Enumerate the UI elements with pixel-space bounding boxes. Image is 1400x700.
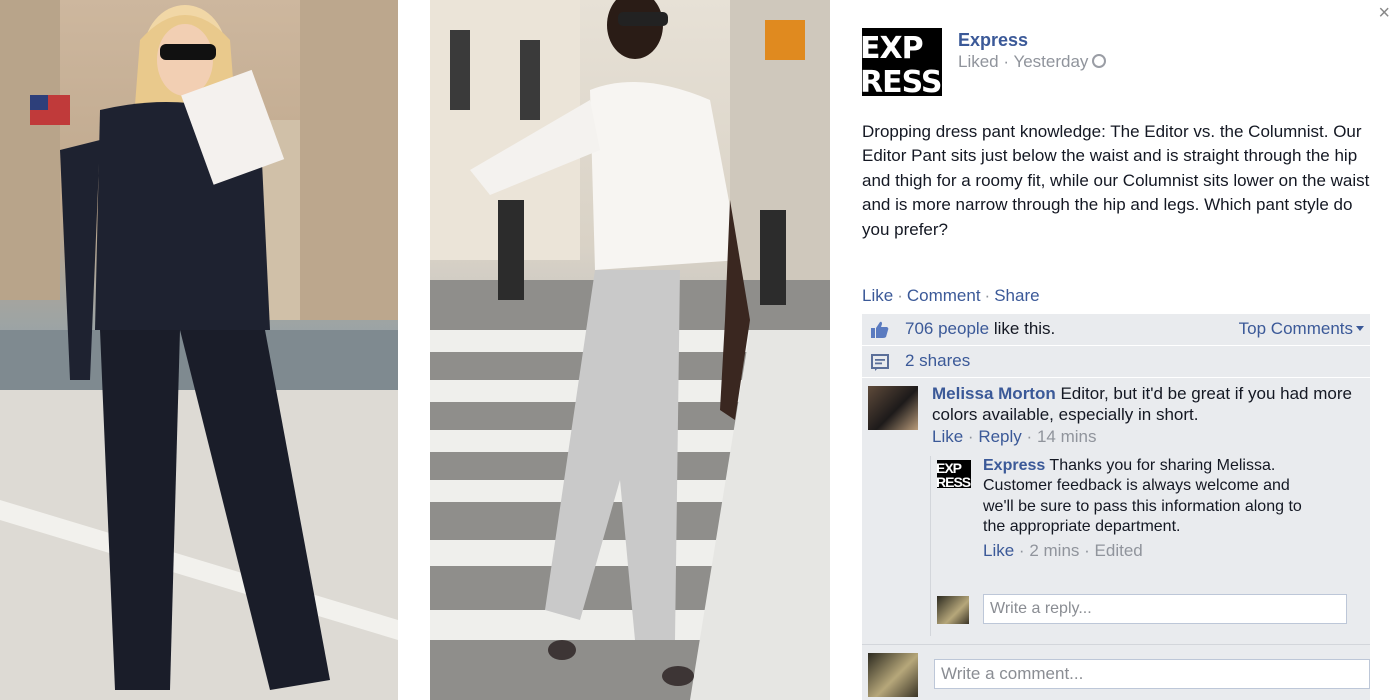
comment-input[interactable] [934, 659, 1370, 689]
express-logo[interactable]: EXP RESS [862, 28, 942, 96]
avatar [868, 653, 918, 697]
separator: · [897, 286, 903, 305]
share-icon [871, 354, 889, 371]
reply-body: Express Thanks you for sharing Melissa. … [983, 456, 1313, 561]
avatar [937, 596, 969, 624]
comment-reply-link[interactable]: Reply [978, 427, 1021, 446]
separator: · [967, 427, 974, 446]
globe-icon [1092, 54, 1107, 68]
comment-actions: Like · Reply · 14 mins [932, 427, 1352, 448]
shares-row: 2 shares [862, 346, 1370, 378]
reply-actions: Like · 2 mins · Edited [983, 541, 1313, 561]
likes-count-link[interactable]: 706 people [905, 319, 989, 338]
comment-author[interactable]: Melissa Morton [932, 384, 1056, 403]
photo-divider [398, 0, 430, 700]
logo-line-2: RESS [862, 65, 942, 97]
logo-line-1: EXP [937, 460, 962, 476]
avatar[interactable] [868, 386, 918, 430]
separator: · [984, 286, 991, 305]
separator: · [1018, 541, 1025, 561]
comment-link[interactable]: Comment [907, 286, 981, 305]
separator: · [1084, 541, 1090, 561]
post-meta-text: Liked · Yesterday [958, 52, 1089, 71]
close-icon[interactable]: × [1378, 2, 1390, 25]
comment-body: Melissa Morton Editor, but it'd be great… [932, 384, 1352, 448]
post-text: Dropping dress pant knowledge: The Edito… [862, 122, 1370, 239]
edited-label[interactable]: Edited [1095, 541, 1143, 560]
photo-woman-white-shirt [430, 0, 830, 700]
reply-thread: EXP RESS Express Thanks you for sharing … [930, 456, 1358, 636]
page-name-link[interactable]: Express [958, 30, 1028, 51]
likes-summary: 706 people like this. [905, 319, 1055, 339]
chevron-down-icon [1356, 326, 1364, 331]
logo-line-2: RESS [937, 474, 971, 488]
likes-suffix: like this. [989, 319, 1056, 338]
post-panel: × EXP RESS Express Liked · Yesterday Dro… [830, 0, 1400, 700]
reply-time[interactable]: 2 mins [1029, 541, 1079, 560]
ufi-box: 706 people like this. Top Comments 2 sha… [862, 314, 1370, 662]
post-actions: Like · Comment · Share [862, 286, 1040, 306]
avatar[interactable]: EXP RESS [937, 460, 971, 488]
comment-time[interactable]: 14 mins [1037, 427, 1097, 446]
photo-viewer[interactable] [0, 0, 830, 700]
shares-link[interactable]: 2 shares [905, 351, 970, 371]
separator: · [1026, 427, 1033, 446]
reply-input[interactable] [983, 594, 1347, 624]
logo-line-1: EXP [862, 31, 924, 66]
reply-author[interactable]: Express [983, 457, 1045, 474]
share-link[interactable]: Share [994, 286, 1039, 305]
reply-like-link[interactable]: Like [983, 541, 1014, 560]
comment-composer [862, 644, 1370, 700]
like-link[interactable]: Like [862, 286, 893, 305]
photo-woman-black-suit [0, 0, 398, 700]
post-meta: Liked · Yesterday [958, 52, 1107, 72]
top-comments-dropdown[interactable]: Top Comments [1239, 319, 1364, 339]
reply-input-row [937, 594, 1355, 628]
comment-like-link[interactable]: Like [932, 427, 963, 446]
top-comments-label: Top Comments [1238, 319, 1353, 338]
thumbs-up-icon [871, 321, 889, 338]
likes-row: 706 people like this. Top Comments [862, 314, 1370, 346]
